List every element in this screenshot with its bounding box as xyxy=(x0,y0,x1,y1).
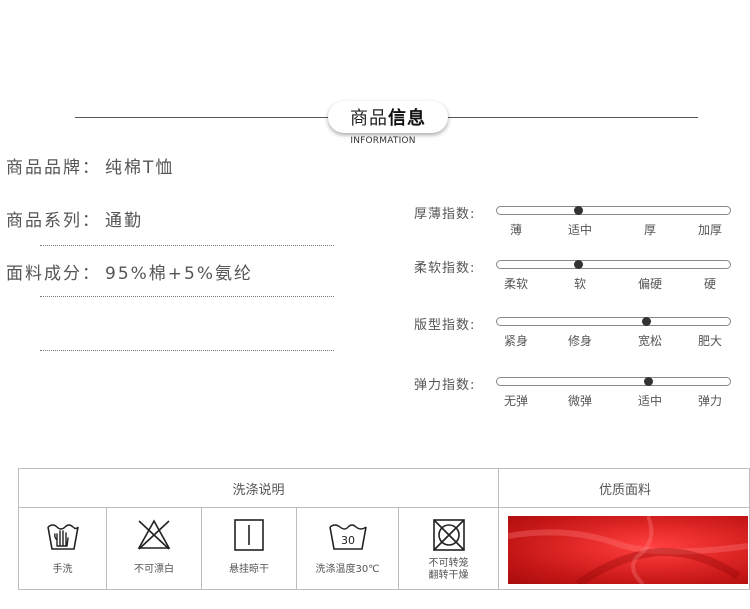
index-label: 版型指数: xyxy=(414,318,476,333)
index-tick: 偏硬 xyxy=(637,277,663,291)
section-subtitle: INFORMATION xyxy=(350,136,416,146)
care-item-line-dry: 悬挂晾干 xyxy=(202,508,297,590)
line-dry-icon xyxy=(234,519,264,551)
section-title-bold: 信息 xyxy=(388,108,426,129)
info-row-series: 商品系列： 通勤 xyxy=(6,206,143,231)
care-item-no-tumble-dry: 不可转笼 翻转干燥 xyxy=(399,508,499,590)
info-value: 通勤 xyxy=(105,211,143,231)
index-tick: 薄 xyxy=(509,223,523,237)
index-tick: 弹力 xyxy=(697,394,723,408)
index-track xyxy=(496,206,731,215)
fabric-swatch-image xyxy=(508,516,748,584)
index-track xyxy=(496,260,731,269)
title-divider-right xyxy=(446,117,698,118)
care-item-hand-wash: 手洗 xyxy=(19,508,107,590)
care-label: 手洗 xyxy=(52,564,73,575)
section-title: 商品 信息 xyxy=(328,101,448,133)
index-tick: 肥大 xyxy=(697,334,723,348)
info-value: 95%棉+5%氨纶 xyxy=(105,264,253,284)
index-knob xyxy=(574,260,584,269)
index-tick: 适中 xyxy=(567,223,593,237)
dotted-divider xyxy=(40,350,334,351)
hand-wash-icon xyxy=(46,524,79,550)
care-table: 洗涤说明 优质面料 手洗 不可漂白 悬挂晾干 30 洗涤温度30℃ 不可转笼 翻… xyxy=(18,468,750,590)
care-label: 悬挂晾干 xyxy=(229,564,269,575)
no-bleach-icon xyxy=(137,519,171,550)
index-tick: 宽松 xyxy=(637,334,663,348)
care-label: 不可转笼 翻转干燥 xyxy=(428,558,469,581)
section-title-normal: 商品 xyxy=(350,108,388,129)
dotted-divider xyxy=(40,245,334,246)
info-separator: ： xyxy=(82,211,101,231)
index-tick: 紧身 xyxy=(503,334,529,348)
index-tick: 适中 xyxy=(637,394,663,408)
index-track xyxy=(496,317,731,326)
index-tick: 修身 xyxy=(567,334,593,348)
no-tumble-dry-icon xyxy=(432,519,465,551)
info-separator: ： xyxy=(82,264,101,284)
fabric-folds xyxy=(508,516,748,584)
index-tick: 无弹 xyxy=(503,394,529,408)
info-separator: ： xyxy=(82,158,101,178)
title-divider-left xyxy=(75,117,330,118)
index-knob xyxy=(574,206,584,215)
index-label: 厚薄指数: xyxy=(414,207,476,222)
index-tick: 厚 xyxy=(643,223,657,237)
info-row-fabric: 面料成分： 95%棉+5%氨纶 xyxy=(6,259,253,284)
info-label: 面料成分 xyxy=(6,264,82,284)
wash-temp-value: 30 xyxy=(341,534,355,547)
dotted-divider xyxy=(40,296,334,297)
index-tick: 微弹 xyxy=(567,394,593,408)
care-label: 洗涤温度30℃ xyxy=(315,564,380,575)
index-tick: 硬 xyxy=(703,277,717,291)
info-label: 商品品牌 xyxy=(6,158,82,178)
care-item-wash-temperature: 30 洗涤温度30℃ xyxy=(297,508,399,590)
care-label: 不可漂白 xyxy=(134,564,174,575)
index-track xyxy=(496,377,731,386)
index-label: 弹力指数: xyxy=(414,378,476,393)
info-value: 纯棉T恤 xyxy=(105,158,175,178)
care-item-no-bleach: 不可漂白 xyxy=(107,508,202,590)
fabric-header: 优质面料 xyxy=(499,469,750,508)
index-label: 柔软指数: xyxy=(414,261,476,276)
index-tick: 柔软 xyxy=(503,277,529,291)
index-tick: 加厚 xyxy=(697,223,723,237)
info-label: 商品系列 xyxy=(6,211,82,231)
index-knob xyxy=(641,317,651,326)
index-knob xyxy=(643,377,653,386)
wash-30-icon: 30 xyxy=(328,524,367,550)
washing-header: 洗涤说明 xyxy=(19,469,499,508)
index-tick: 软 xyxy=(573,277,587,291)
info-row-brand: 商品品牌： 纯棉T恤 xyxy=(6,153,174,178)
